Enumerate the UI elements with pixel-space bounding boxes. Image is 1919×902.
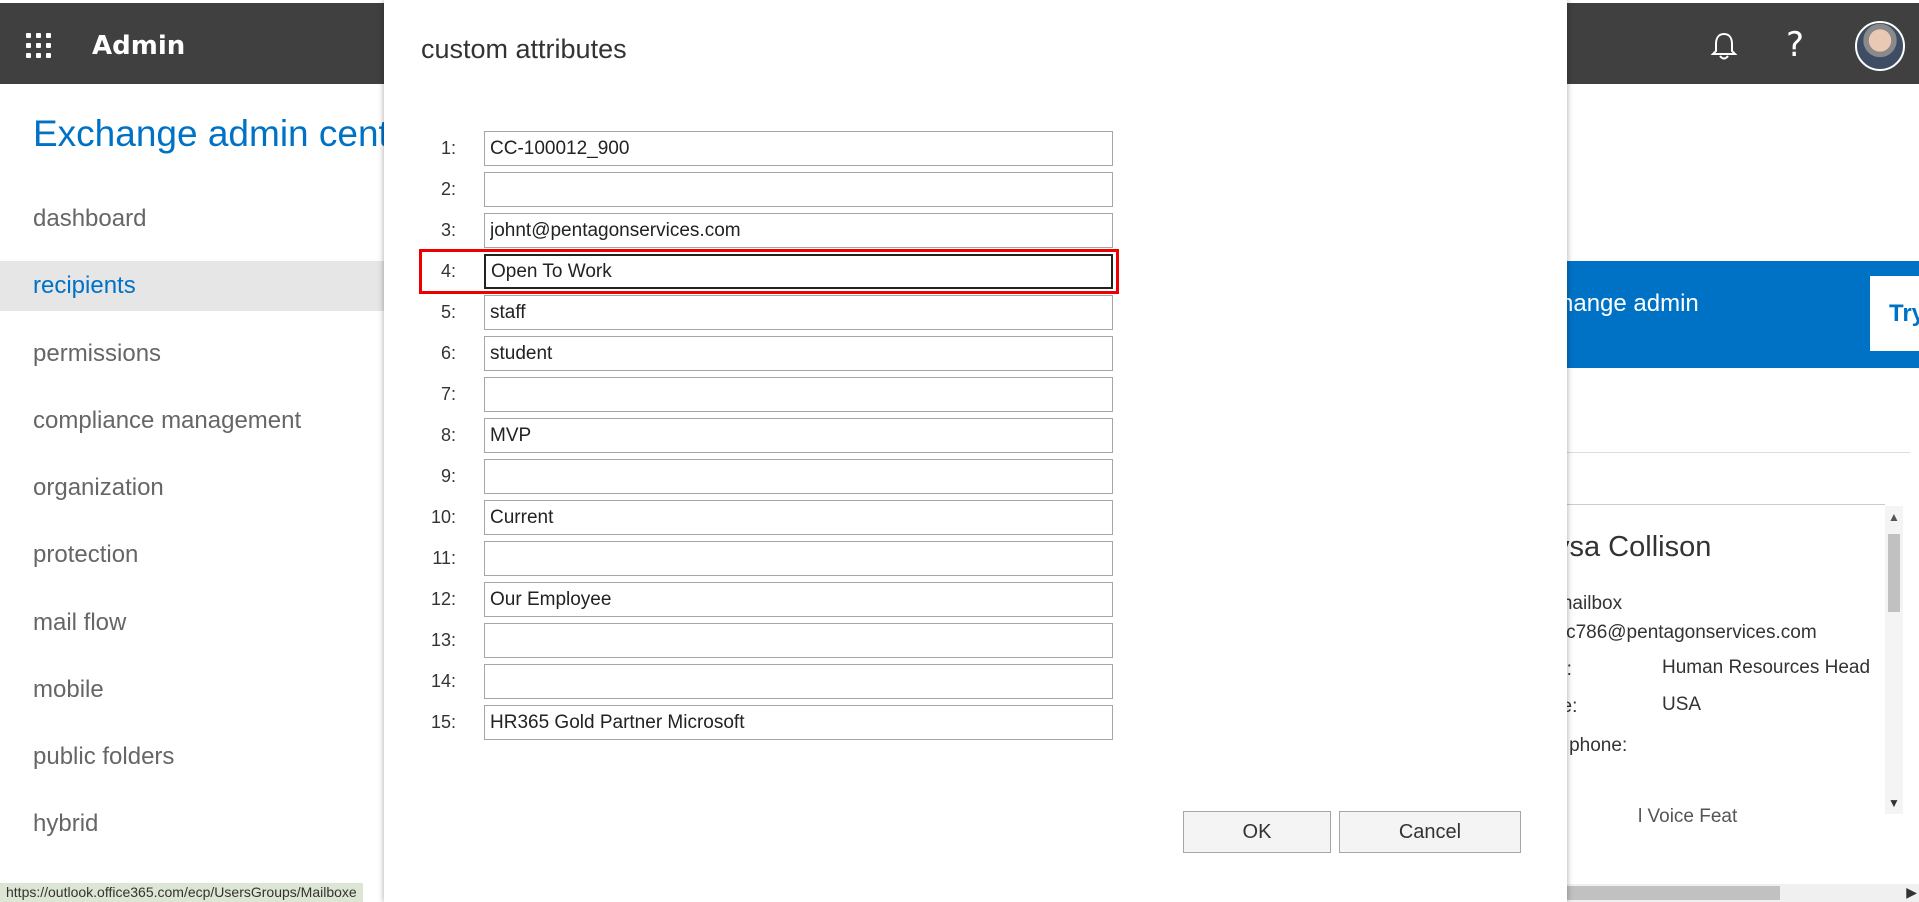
details-scrollbar[interactable]: ▲ ▼ bbox=[1885, 506, 1903, 814]
scroll-up-icon[interactable]: ▲ bbox=[1888, 510, 1900, 524]
attribute-row: 14: bbox=[384, 664, 1144, 700]
attribute-3-input[interactable] bbox=[484, 213, 1113, 248]
attribute-number: 8: bbox=[440, 425, 456, 445]
highlight-box bbox=[419, 249, 1119, 294]
attribute-row: 2: bbox=[384, 172, 1144, 208]
attribute-number: 3: bbox=[440, 220, 456, 240]
attribute-15-input[interactable] bbox=[484, 705, 1113, 740]
attribute-8-input[interactable] bbox=[484, 418, 1113, 453]
help-icon[interactable]: ? bbox=[1786, 25, 1804, 65]
detail-section-heading: l Voice Feat bbox=[1638, 806, 1738, 827]
attribute-row: 10: bbox=[384, 500, 1144, 536]
attribute-13-input[interactable] bbox=[484, 623, 1113, 658]
nav-item-public-folders[interactable]: public folders bbox=[0, 732, 390, 782]
try-button[interactable]: Try bbox=[1870, 276, 1919, 351]
nav-item-mobile[interactable]: mobile bbox=[0, 665, 390, 715]
attribute-6-input[interactable] bbox=[484, 336, 1113, 371]
avatar[interactable] bbox=[1855, 21, 1905, 71]
attribute-2-input[interactable] bbox=[484, 172, 1113, 207]
app-title[interactable]: Admin bbox=[92, 31, 185, 61]
attribute-number: 14: bbox=[430, 671, 456, 691]
attribute-row: 6: bbox=[384, 336, 1144, 372]
attribute-12-input[interactable] bbox=[484, 582, 1113, 617]
attribute-14-input[interactable] bbox=[484, 664, 1113, 699]
attribute-row: 12: bbox=[384, 582, 1144, 618]
attribute-number: 15: bbox=[430, 712, 456, 732]
attribute-10-input[interactable] bbox=[484, 500, 1113, 535]
scrollbar-thumb[interactable] bbox=[1888, 534, 1900, 612]
dialog-title: custom attributes bbox=[421, 34, 627, 64]
detail-email: sac786@pentagonservices.com bbox=[1546, 622, 1817, 643]
nav-item-recipients[interactable]: recipients bbox=[0, 261, 390, 311]
attribute-row: 11: bbox=[384, 541, 1144, 577]
nav-item-compliance-management[interactable]: compliance management bbox=[0, 396, 390, 446]
cancel-button[interactable]: Cancel bbox=[1339, 811, 1521, 853]
ok-button[interactable]: OK bbox=[1183, 811, 1331, 853]
attribute-number: 11: bbox=[432, 548, 456, 568]
attribute-row: 15: bbox=[384, 705, 1144, 741]
nav-item-mail-flow[interactable]: mail flow bbox=[0, 598, 390, 648]
bell-icon[interactable] bbox=[1710, 31, 1738, 61]
attribute-row: 1: bbox=[384, 131, 1144, 167]
attribute-11-input[interactable] bbox=[484, 541, 1113, 576]
attribute-5-input[interactable] bbox=[484, 295, 1113, 330]
attribute-1-input[interactable] bbox=[484, 131, 1113, 166]
divider bbox=[1565, 452, 1910, 453]
attribute-row: 7: bbox=[384, 377, 1144, 413]
detail-name: ysa Collison bbox=[1555, 531, 1712, 563]
attribute-number: 1: bbox=[440, 138, 456, 158]
attribute-number: 12: bbox=[430, 589, 456, 609]
status-bar-url: https://outlook.office365.com/ecp/UsersG… bbox=[0, 883, 363, 902]
attribute-row: 3: bbox=[384, 213, 1144, 249]
scrollbar-thumb[interactable] bbox=[1565, 886, 1780, 900]
attribute-row: 5: bbox=[384, 295, 1144, 331]
attribute-number: 13: bbox=[430, 630, 456, 650]
nav-item-protection[interactable]: protection bbox=[0, 530, 390, 580]
custom-attributes-dialog: custom attributes 1: 2: 3: 4: 5: 6: 7: 8… bbox=[384, 0, 1567, 902]
attribute-9-input[interactable] bbox=[484, 459, 1113, 494]
horizontal-scrollbar[interactable]: ▶ bbox=[1565, 884, 1919, 902]
nav-item-organization[interactable]: organization bbox=[0, 463, 390, 513]
detail-value-title: Human Resources Head bbox=[1662, 657, 1871, 678]
scroll-down-icon[interactable]: ▼ bbox=[1888, 796, 1900, 810]
detail-value-office: USA bbox=[1662, 694, 1702, 715]
attribute-number: 6: bbox=[440, 343, 456, 363]
attribute-number: 10: bbox=[430, 507, 456, 527]
nav-item-permissions[interactable]: permissions bbox=[0, 329, 390, 379]
attribute-number: 9: bbox=[440, 466, 456, 486]
attribute-row: 8: bbox=[384, 418, 1144, 454]
attribute-number: 2: bbox=[440, 179, 456, 199]
page-title: Exchange admin cente bbox=[33, 113, 410, 154]
scroll-right-icon[interactable]: ▶ bbox=[1906, 884, 1917, 901]
banner-text: nange admin bbox=[1560, 290, 1699, 317]
attribute-row: 13: bbox=[384, 623, 1144, 659]
app-launcher-icon[interactable] bbox=[26, 33, 52, 59]
nav-item-hybrid[interactable]: hybrid bbox=[0, 799, 390, 849]
attribute-number: 5: bbox=[440, 302, 456, 322]
attribute-number: 7: bbox=[440, 384, 456, 404]
nav-item-dashboard[interactable]: dashboard bbox=[0, 194, 390, 244]
attribute-row: 9: bbox=[384, 459, 1144, 495]
attribute-7-input[interactable] bbox=[484, 377, 1113, 412]
